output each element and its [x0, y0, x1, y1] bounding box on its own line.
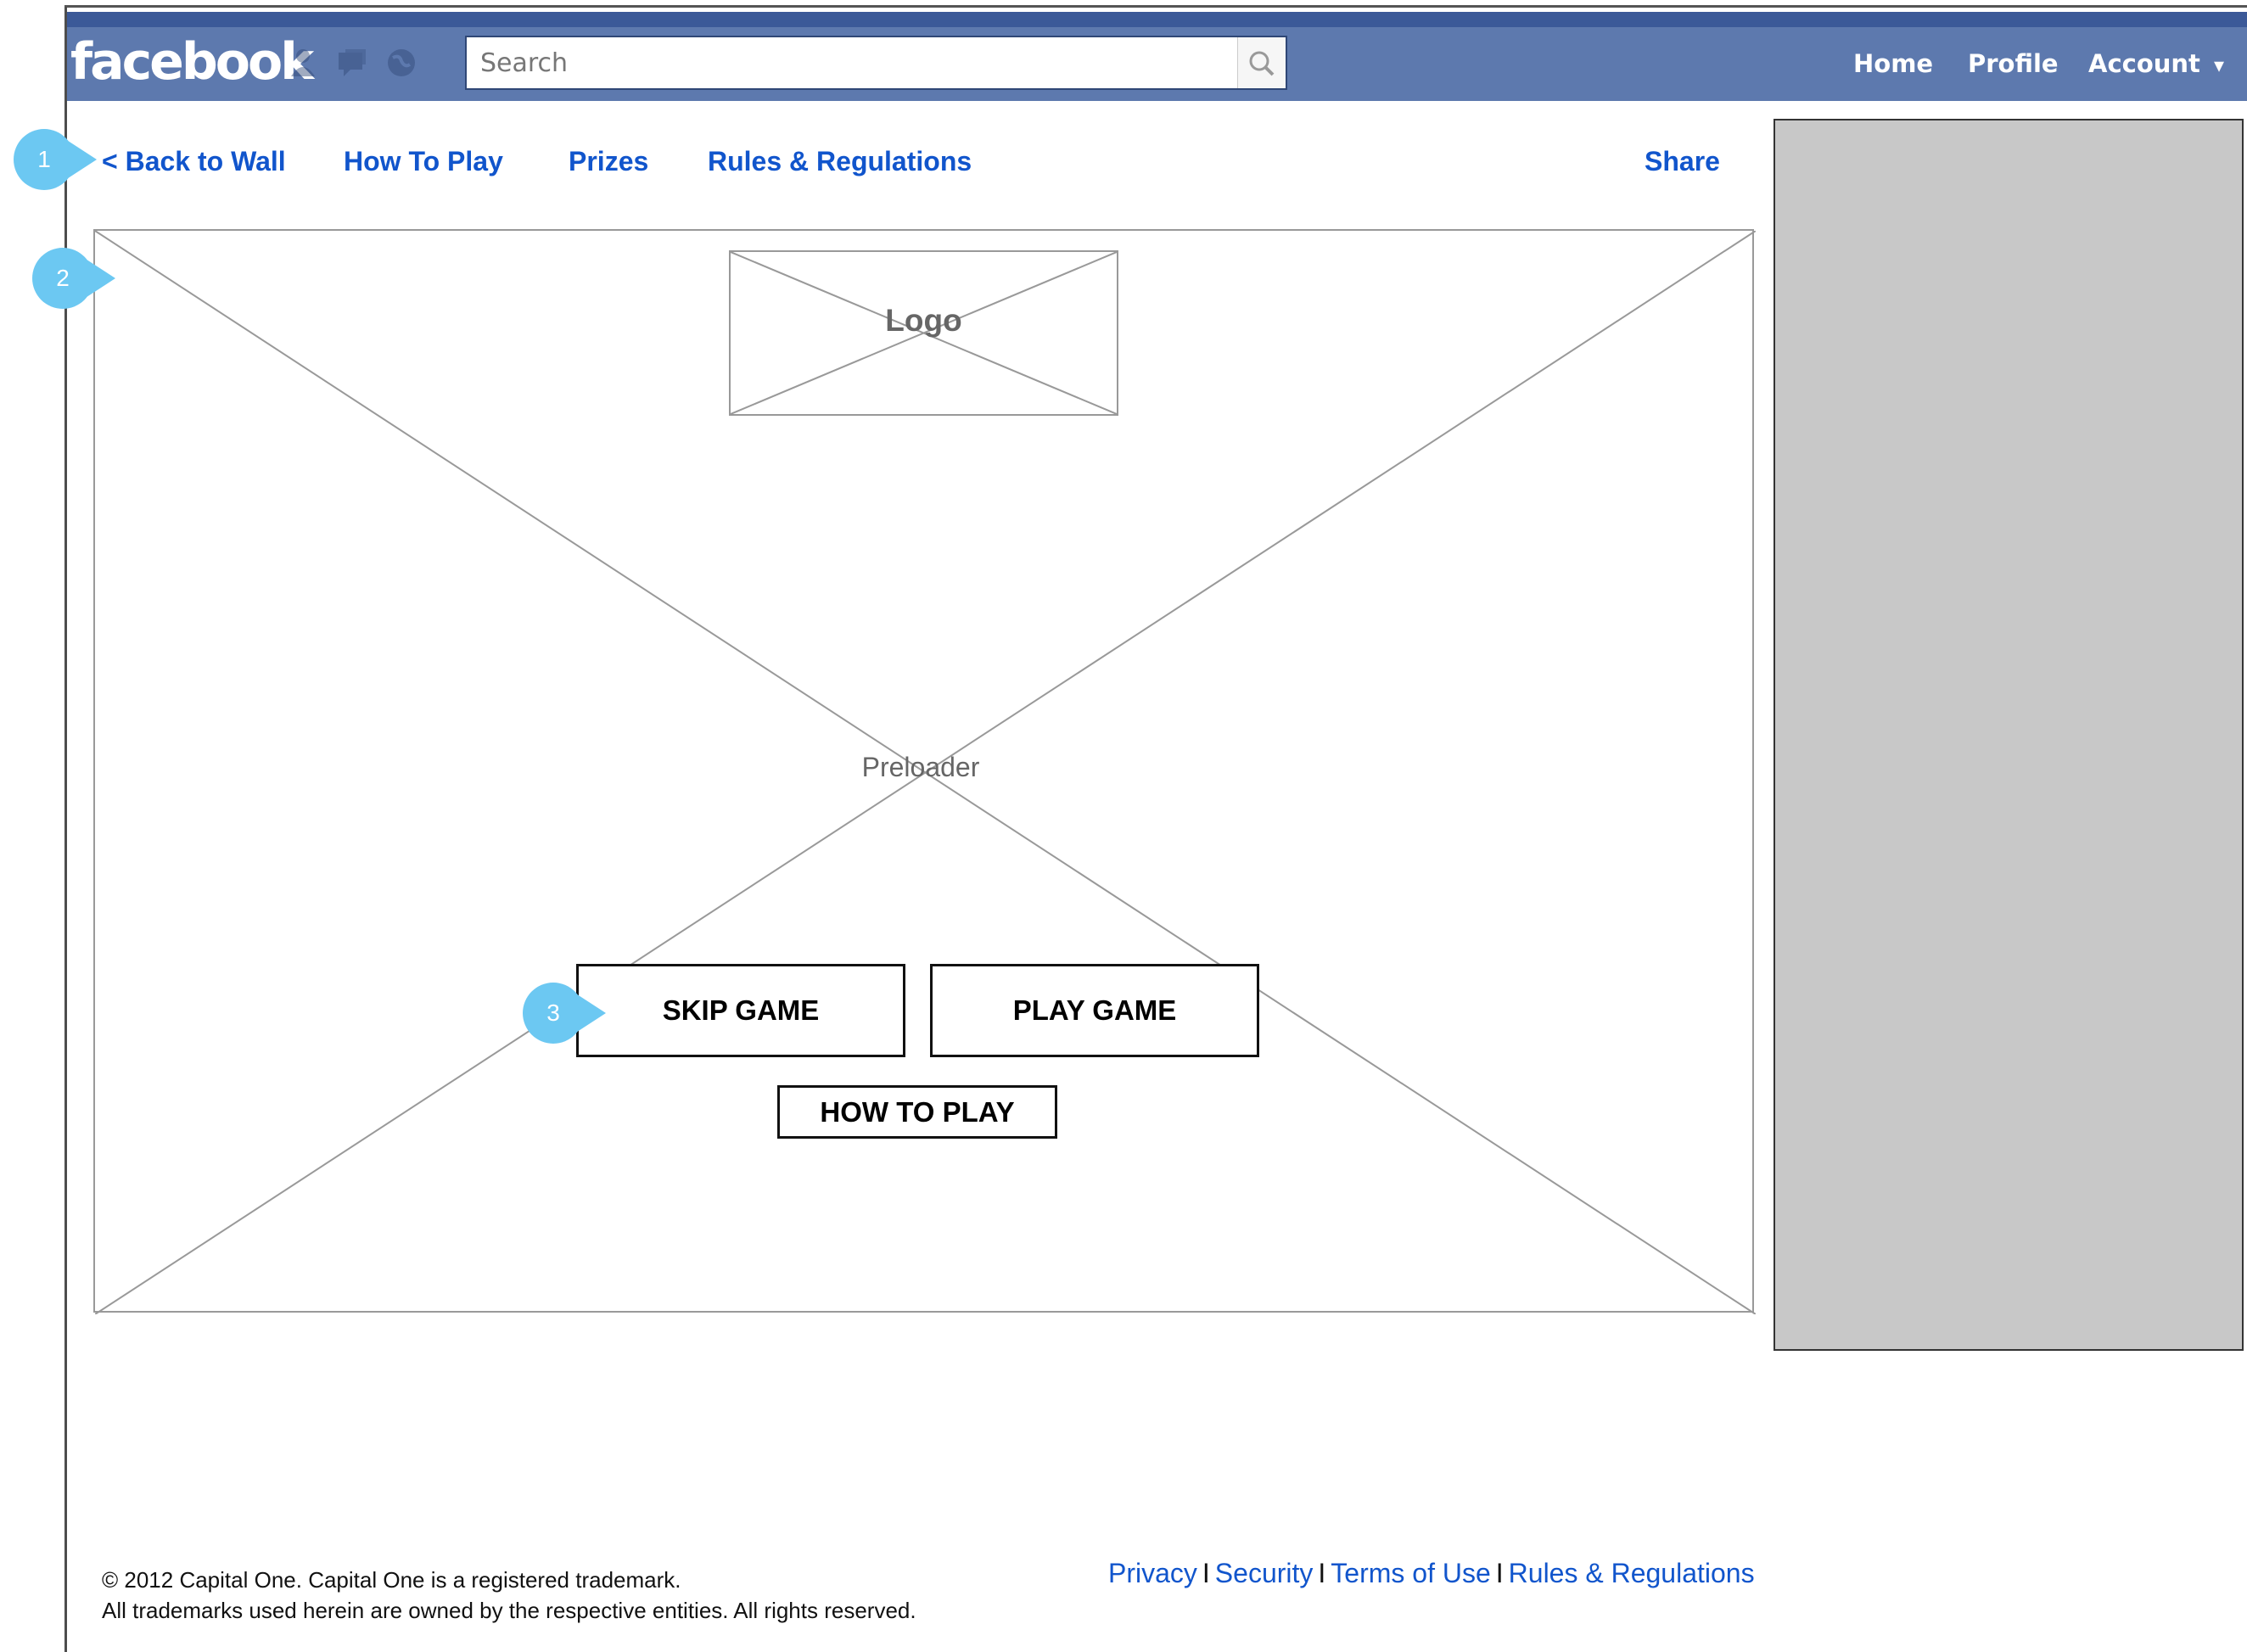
- friend-requests-icon[interactable]: [286, 46, 320, 80]
- back-to-wall-link[interactable]: < Back to Wall: [102, 143, 286, 180]
- skip-game-button[interactable]: SKIP GAME: [576, 964, 905, 1057]
- search-button[interactable]: [1237, 37, 1286, 88]
- facebook-header: facebook Home Profile Account ▾: [67, 12, 2247, 101]
- play-game-button[interactable]: PLAY GAME: [930, 964, 1259, 1057]
- window-top-border: [64, 5, 2247, 8]
- nav-home[interactable]: Home: [1853, 27, 1933, 100]
- prizes-link[interactable]: Prizes: [569, 143, 648, 180]
- terms-of-use-link[interactable]: Terms of Use: [1331, 1558, 1490, 1588]
- jewel-icons: [286, 46, 418, 80]
- copyright-line-1: © 2012 Capital One. Capital One is a reg…: [102, 1567, 681, 1593]
- callout-number: 1: [37, 146, 51, 172]
- footer-rules-regulations-link[interactable]: Rules & Regulations: [1509, 1558, 1755, 1588]
- nav-account-label: Account: [2088, 49, 2200, 78]
- callout-number: 2: [56, 265, 70, 291]
- link-separator: I: [1495, 1558, 1504, 1588]
- search-box: [465, 36, 1287, 90]
- how-to-play-link[interactable]: How To Play: [344, 143, 503, 180]
- annotation-callout-3: 3: [521, 981, 623, 1049]
- nav-profile[interactable]: Profile: [1968, 27, 2059, 100]
- nav-account[interactable]: Account ▾: [2088, 27, 2224, 100]
- rules-regulations-link[interactable]: Rules & Regulations: [708, 143, 972, 180]
- link-separator: I: [1318, 1558, 1326, 1588]
- logo-placeholder: Logo: [729, 250, 1118, 416]
- search-icon: [1249, 51, 1275, 76]
- search-input[interactable]: [467, 37, 1239, 88]
- right-sidebar-placeholder: [1774, 119, 2244, 1351]
- footer-links: Privacy I Security I Terms of Use I Rules & Re…: [1108, 1558, 1755, 1589]
- security-link[interactable]: Security: [1215, 1558, 1314, 1588]
- annotation-callout-2: 2: [31, 246, 132, 314]
- callout-number: 3: [546, 1000, 560, 1026]
- notifications-icon[interactable]: [384, 46, 418, 80]
- footer-copyright: © 2012 Capital One. Capital One is a reg…: [102, 1565, 916, 1626]
- logo-label: Logo: [885, 303, 962, 338]
- privacy-link[interactable]: Privacy: [1108, 1558, 1197, 1588]
- facebook-logo[interactable]: facebook: [70, 25, 314, 98]
- link-separator: I: [1202, 1558, 1210, 1588]
- preloader-label: Preloader: [861, 752, 980, 782]
- how-to-play-button[interactable]: HOW TO PLAY: [777, 1085, 1057, 1139]
- chevron-down-icon: ▾: [2214, 53, 2225, 77]
- messages-icon[interactable]: [335, 46, 369, 80]
- annotation-callout-1: 1: [12, 127, 114, 195]
- copyright-line-2: All trademarks used herein are owned by …: [102, 1598, 916, 1623]
- share-link[interactable]: Share: [1645, 143, 1720, 180]
